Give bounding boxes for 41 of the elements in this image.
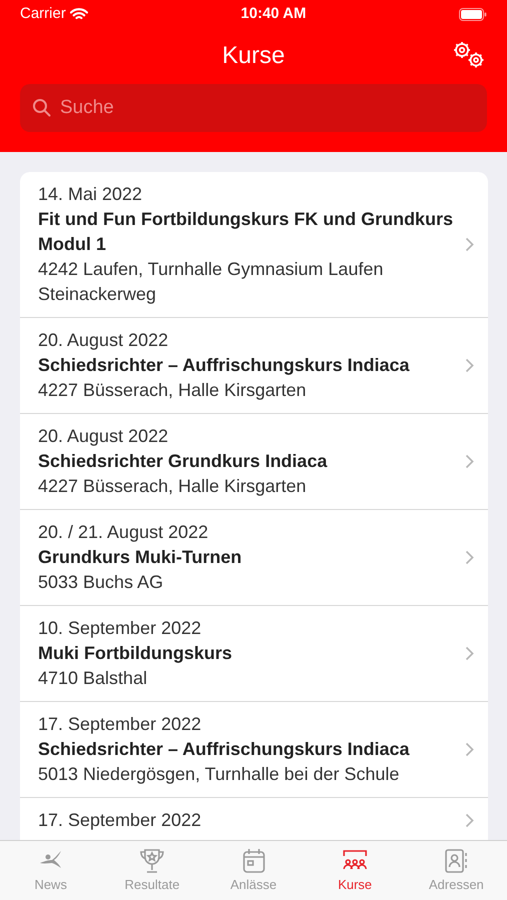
course-row[interactable]: 10. September 2022 Muki Fortbildungskurs 4710 Balsthal	[20, 606, 488, 702]
trophy-icon	[138, 847, 166, 875]
course-title: Muki Fortbildungskurs	[38, 642, 234, 665]
battery-icon	[459, 8, 487, 20]
course-row[interactable]: 17. September 2022 Schiedsrichter – Auffrischungskurs Indiaca 5013 Niedergösgen, Turnhalle bei der Schule	[20, 702, 488, 798]
search-field[interactable]: Suche	[20, 84, 487, 132]
tab[interactable]: Kurse	[304, 841, 406, 900]
course-row[interactable]: 17. September 2022	[20, 798, 488, 840]
course-date: 10. September 2022	[38, 617, 202, 640]
course-date: 20. August 2022	[38, 425, 170, 448]
course-row[interactable]: 20. August 2022 Schiedsrichter – Auffrischungskurs Indiaca 4227 Büsserach, Halle Kirsgarten	[20, 318, 488, 414]
course-row[interactable]: 14. Mai 2022 Fit und Fun Fortbildungskurs FK und Grundkurs Modul 1 4242 Laufen, Turnhalle Gymnasium Laufen Steinackerweg	[20, 172, 488, 318]
course-title: Grundkurs Muki-Turnen	[38, 546, 243, 569]
wifi-icon	[70, 8, 88, 20]
course-row[interactable]: 20. August 2022 Schiedsrichter Grundkurs Indiaca 4227 Büsserach, Halle Kirsgarten	[20, 414, 488, 510]
course-date: 20. / 21. August 2022	[38, 521, 210, 544]
course-location: 4227 Büsserach, Halle Kirsgarten	[38, 379, 308, 402]
course-location: 5033 Buchs AG	[38, 571, 164, 594]
course-title: Schiedsrichter Grundkurs Indiaca	[38, 450, 328, 473]
course-location: 4242 Laufen, Turnhalle Gymnasium Laufen Steinackerweg	[38, 258, 384, 306]
course-title: Fit und Fun Fortbildungskurs FK und Grundkurs Modul 1	[38, 208, 454, 256]
chevron-icon	[465, 237, 474, 252]
chevron-icon	[465, 813, 474, 828]
carrier-label: Carrier	[20, 4, 66, 24]
course-row[interactable]: 20. / 21. August 2022 Grundkurs Muki-Turnen 5033 Buchs AG	[20, 510, 488, 606]
course-date: 17. September 2022	[38, 809, 202, 832]
clock: 10:40 AM	[240, 4, 306, 24]
chevron-icon	[465, 454, 474, 469]
course-location: 4227 Büsserach, Halle Kirsgarten	[38, 475, 308, 498]
chevron-icon	[465, 358, 474, 373]
chevron-icon	[465, 742, 474, 757]
course-location: 5013 Niedergösgen, Turnhalle bei der Schule	[38, 763, 400, 786]
chevron-icon	[465, 550, 474, 565]
course-date: 17. September 2022	[38, 713, 202, 736]
course-date: 14. Mai 2022	[38, 183, 144, 206]
course-date: 20. August 2022	[38, 329, 170, 352]
course-title: Schiedsrichter – Auffrischungskurs Indiaca	[38, 354, 410, 377]
chevron-icon	[465, 646, 474, 661]
course-title: Schiedsrichter – Auffrischungskurs Indiaca	[38, 738, 410, 761]
course-location: 4710 Balsthal	[38, 667, 148, 690]
screen-title: Kurse	[222, 42, 285, 70]
